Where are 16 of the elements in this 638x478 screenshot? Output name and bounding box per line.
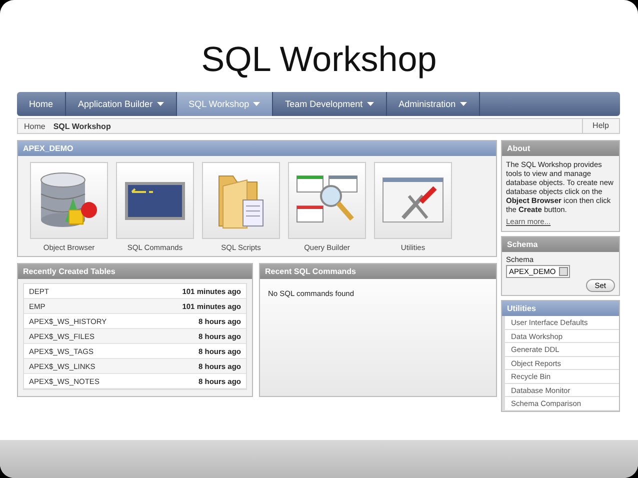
nav-tab[interactable]: Administration xyxy=(386,92,480,116)
nav-tab[interactable]: Team Development xyxy=(273,92,387,116)
caret-icon xyxy=(460,102,467,106)
panel-header: Recently Created Tables xyxy=(18,264,252,279)
caret-icon xyxy=(366,102,374,106)
help-link[interactable]: Help xyxy=(582,119,619,133)
panel-header: Utilities xyxy=(502,301,619,316)
breadcrumb-link[interactable]: Home xyxy=(24,122,46,130)
panel-header: About xyxy=(502,141,619,156)
panel-header: Schema xyxy=(502,237,619,252)
panel-header: APEX_DEMO xyxy=(18,141,496,156)
nav-tab[interactable]: Home xyxy=(17,92,66,116)
caret-icon xyxy=(253,102,260,106)
caret-icon xyxy=(156,102,164,106)
slide-title: SQL Workshop xyxy=(200,40,438,81)
panel-header: Recent SQL Commands xyxy=(260,264,496,279)
